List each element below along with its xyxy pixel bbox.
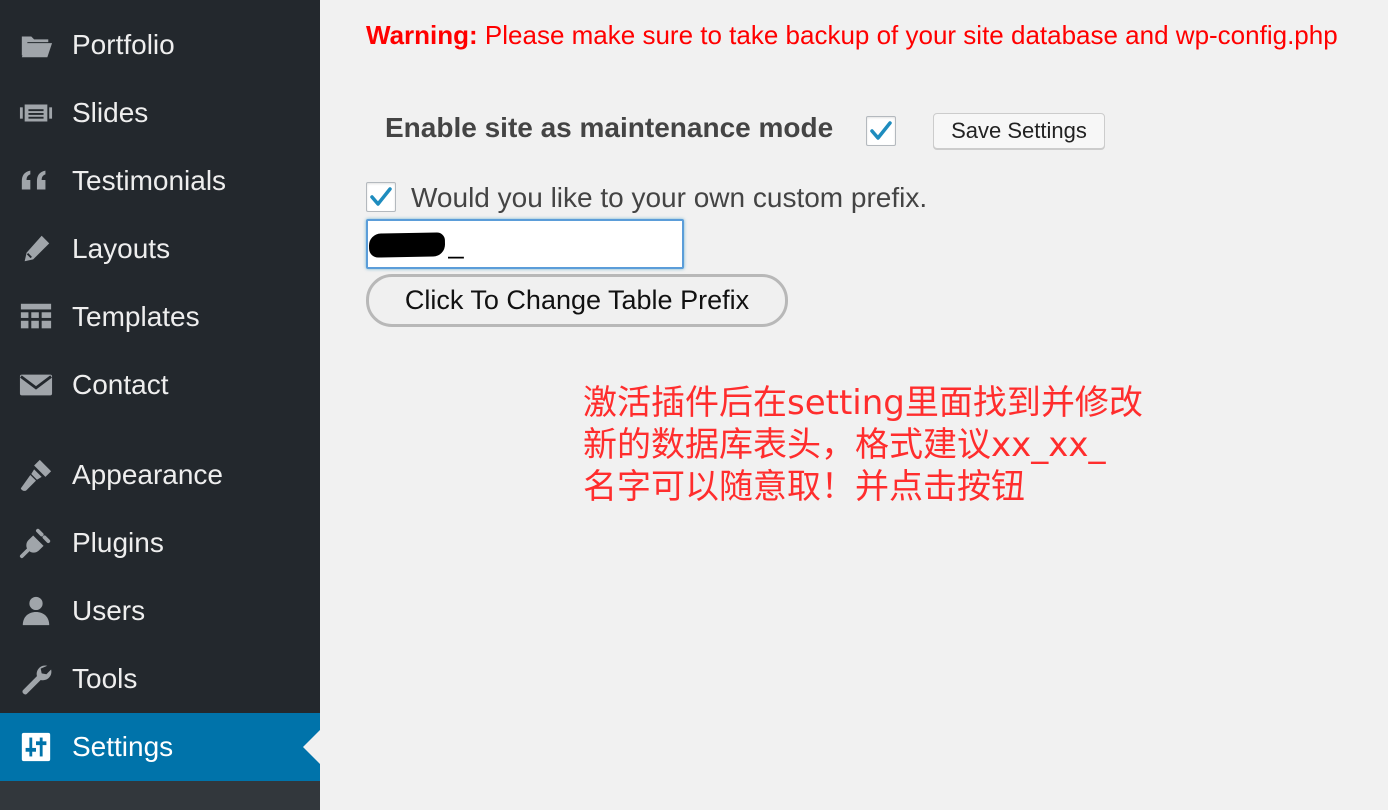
sidebar-item-label: Plugins <box>72 527 164 558</box>
submenu-strip <box>0 781 320 810</box>
sidebar-item-users[interactable]: Users <box>0 577 320 645</box>
envelope-icon <box>18 367 54 403</box>
sidebar-item-settings[interactable]: Settings <box>0 713 320 781</box>
sidebar-item-label: Appearance <box>72 459 224 490</box>
pencil-icon <box>18 231 54 267</box>
sidebar-item-testimonials[interactable]: Testimonials <box>0 147 320 215</box>
sidebar-item-label: Tools <box>72 663 138 694</box>
grid-icon <box>18 299 54 335</box>
sidebar-item-label: Contact <box>72 369 169 400</box>
annotation-line: 名字可以随意取！并点击按钮 <box>583 467 1025 507</box>
custom-prefix-checkbox[interactable] <box>366 182 396 212</box>
admin-sidebar: Portfolio Slides Testimonials Layouts Te… <box>0 0 320 810</box>
annotation-line: 激活插件后在setting里面找到并修改 <box>583 383 1143 423</box>
folder-icon <box>18 27 54 63</box>
sidebar-item-appearance[interactable]: Appearance <box>0 441 320 509</box>
warning-prefix: Warning: <box>366 20 478 50</box>
sidebar-item-contact[interactable]: Contact <box>0 351 320 419</box>
sidebar-item-label: Templates <box>72 301 200 332</box>
backup-warning: Warning: Please make sure to take backup… <box>366 20 1338 51</box>
paintbrush-icon <box>18 457 54 493</box>
maintenance-mode-label: Enable site as maintenance mode <box>385 112 834 143</box>
sidebar-item-layouts[interactable]: Layouts <box>0 215 320 283</box>
user-icon <box>18 593 54 629</box>
custom-prefix-label: Would you like to your own custom prefix… <box>411 182 928 213</box>
sidebar-item-label: Portfolio <box>72 29 175 60</box>
sidebar-item-plugins[interactable]: Plugins <box>0 509 320 577</box>
sliders-icon <box>18 729 54 765</box>
quote-icon <box>18 163 54 199</box>
annotation-line: 新的数据库表头，格式建议xx_xx_ <box>583 425 1106 465</box>
plug-icon <box>18 525 54 561</box>
wrench-icon <box>18 661 54 697</box>
sidebar-item-slides[interactable]: Slides <box>0 79 320 147</box>
annotation-note: 激活插件后在setting里面找到并修改 新的数据库表头，格式建议xx_xx_ … <box>583 382 1143 508</box>
sidebar-item-templates[interactable]: Templates <box>0 283 320 351</box>
change-table-prefix-button[interactable]: Click To Change Table Prefix <box>366 274 788 327</box>
sidebar-item-label: Testimonials <box>72 165 227 196</box>
table-prefix-input[interactable] <box>366 219 684 269</box>
sidebar-item-label: Users <box>72 595 146 626</box>
sidebar-item-label: Slides <box>72 97 149 128</box>
save-settings-button[interactable]: Save Settings <box>933 113 1105 149</box>
checkmark-icon <box>370 187 392 206</box>
sidebar-item-label: Settings <box>72 731 174 762</box>
warning-text: Please make sure to take backup of your … <box>484 20 1338 50</box>
sidebar-item-portfolio[interactable]: Portfolio <box>0 11 320 79</box>
checkmark-icon <box>870 121 892 140</box>
maintenance-mode-checkbox[interactable] <box>866 116 896 146</box>
slides-icon <box>18 95 54 131</box>
sidebar-item-tools[interactable]: Tools <box>0 645 320 713</box>
sidebar-item-label: Layouts <box>72 233 171 264</box>
